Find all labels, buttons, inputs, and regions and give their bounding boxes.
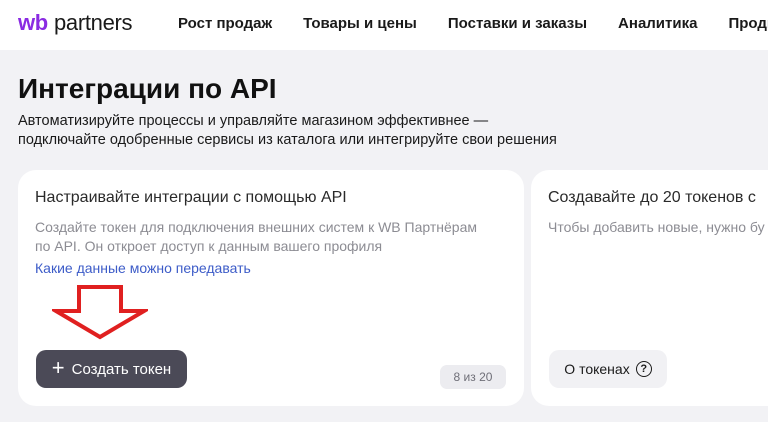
token-limit-card-description: Чтобы добавить новые, нужно бу: [548, 219, 765, 235]
nav-item-analytics[interactable]: Аналитика: [618, 15, 697, 32]
create-token-button-label: Создать токен: [71, 360, 172, 378]
token-limit-card: Создавайте до 20 токенов с Чтобы добавит…: [531, 170, 768, 406]
api-integrations-desc-line-2: по API. Он откроет доступ к данным вашег…: [35, 238, 383, 254]
nav-item-promotion[interactable]: Продви: [728, 15, 768, 32]
top-navigation-bar: wb partners Рост продаж Товары и цены По…: [0, 0, 768, 50]
logo-partners: partners: [53, 10, 133, 35]
api-integrations-card-description: Создайте токен для подключения внешних с…: [35, 218, 477, 256]
nav-item-products-prices[interactable]: Товары и цены: [303, 15, 417, 32]
token-count-badge: 8 из 20: [440, 365, 506, 389]
about-tokens-button-label: О токенах: [564, 361, 630, 377]
nav-item-supplies-orders[interactable]: Поставки и заказы: [448, 15, 587, 32]
nav-item-sales-growth[interactable]: Рост продаж: [178, 15, 272, 32]
create-token-button[interactable]: + Создать токен: [36, 350, 187, 388]
logo-wb: wb: [18, 10, 48, 35]
wb-partners-logo[interactable]: wb partners: [18, 10, 133, 36]
page-subtitle-line-1: Автоматизируйте процессы и управляйте ма…: [18, 113, 489, 129]
page-subtitle: Автоматизируйте процессы и управляйте ма…: [18, 112, 557, 150]
plus-icon: +: [51, 355, 65, 380]
api-integrations-card-title: Настраивайте интеграции с помощью API: [35, 189, 347, 206]
page-subtitle-line-2: подключайте одобренные сервисы из катало…: [18, 132, 557, 148]
api-integrations-desc-line-1: Создайте токен для подключения внешних с…: [35, 219, 477, 235]
about-tokens-button[interactable]: О токенах ?: [549, 350, 667, 388]
token-limit-card-title: Создавайте до 20 токенов с: [548, 189, 756, 206]
down-arrow-icon: [52, 285, 148, 340]
main-nav: Рост продаж Товары и цены Поставки и зак…: [178, 15, 768, 32]
available-data-link[interactable]: Какие данные можно передавать: [35, 260, 251, 276]
question-icon: ?: [635, 361, 652, 377]
page-title: Интеграции по API: [18, 73, 277, 104]
